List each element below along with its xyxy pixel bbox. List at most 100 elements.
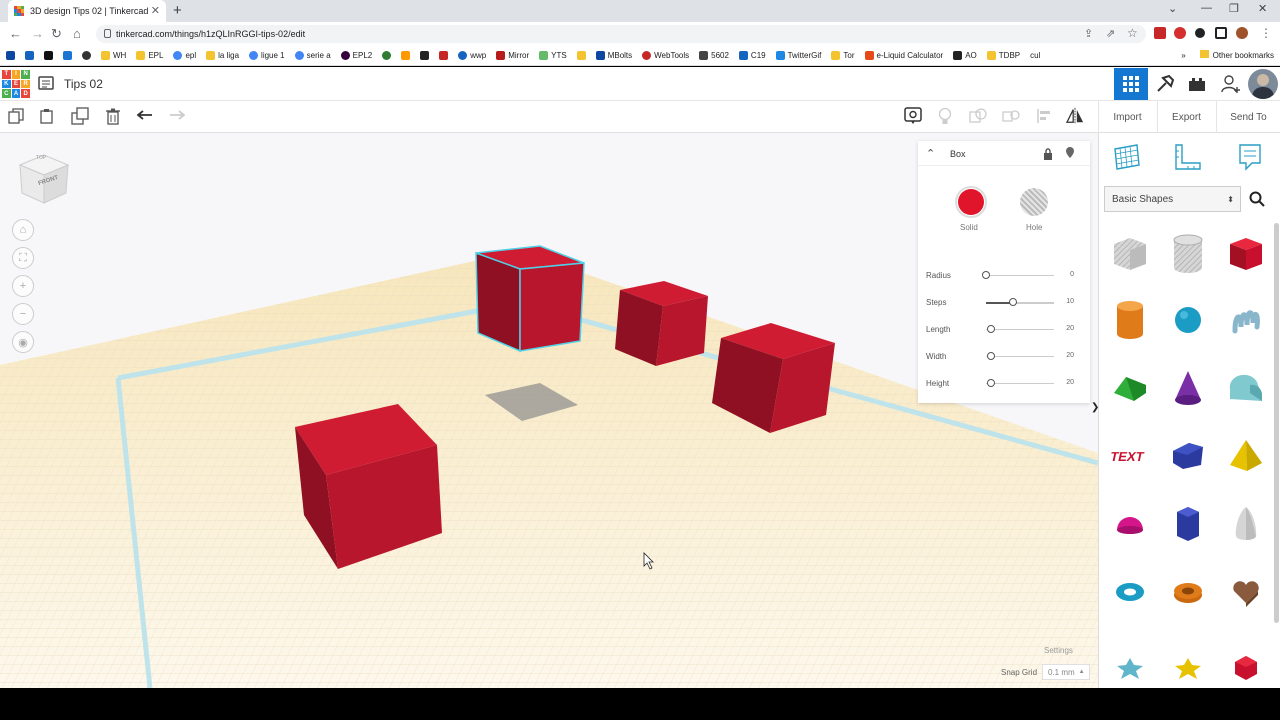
browser-menu-icon[interactable]: ⋮ bbox=[1260, 26, 1272, 40]
tinkercad-logo[interactable]: TIN KER CAD bbox=[2, 70, 30, 98]
roof-shape[interactable] bbox=[1105, 359, 1155, 417]
bookmark-item[interactable]: e-Liquid Calculator bbox=[864, 51, 943, 60]
search-icon[interactable] bbox=[1249, 191, 1265, 212]
export-button[interactable]: Export bbox=[1157, 101, 1215, 133]
light-bulb-icon[interactable] bbox=[936, 107, 954, 125]
ungroup-icon[interactable] bbox=[1002, 107, 1020, 125]
bookmark-item[interactable]: epl bbox=[173, 51, 196, 60]
profile-avatar[interactable] bbox=[1236, 27, 1248, 39]
bookmark-item[interactable]: 5602 bbox=[699, 51, 729, 60]
bookmark-item[interactable]: cul bbox=[1030, 51, 1040, 60]
reload-icon[interactable]: ↻ bbox=[51, 26, 62, 42]
forward-icon[interactable]: → bbox=[31, 26, 44, 41]
browser-tab[interactable]: 3D design Tips 02 | Tinkercad ✕ bbox=[8, 0, 166, 22]
bookmark-item[interactable]: C19 bbox=[738, 51, 766, 60]
ruler-icon[interactable] bbox=[1173, 143, 1201, 176]
new-tab-icon[interactable]: + bbox=[173, 2, 182, 19]
bookmark-item[interactable]: TDBP bbox=[986, 51, 1020, 60]
slider-knob[interactable] bbox=[982, 271, 990, 279]
copy-icon[interactable] bbox=[7, 107, 25, 125]
sidepanel-icon[interactable] bbox=[1215, 27, 1227, 39]
bookmark-item[interactable] bbox=[6, 51, 15, 60]
hexagonal-prism-shape[interactable] bbox=[1163, 495, 1213, 553]
close-window-icon[interactable]: ✕ bbox=[1258, 2, 1267, 15]
add-user-icon[interactable] bbox=[1214, 68, 1248, 100]
undo-icon[interactable] bbox=[136, 107, 154, 125]
bookmark-item[interactable]: WebTools bbox=[642, 51, 689, 60]
box-shape[interactable] bbox=[615, 281, 708, 366]
half-sphere-shape[interactable] bbox=[1105, 495, 1155, 553]
paraboloid-shape[interactable] bbox=[1221, 495, 1271, 553]
bookmark-item[interactable]: EPL2 bbox=[340, 51, 372, 60]
zoom-out-icon[interactable]: − bbox=[12, 303, 34, 325]
width-slider[interactable] bbox=[986, 352, 1054, 360]
duplicate-icon[interactable] bbox=[71, 107, 89, 125]
bookmark-item[interactable] bbox=[63, 51, 72, 60]
slider-knob[interactable] bbox=[987, 379, 995, 387]
back-icon[interactable]: ← bbox=[9, 26, 22, 41]
bookmark-item[interactable]: MBolts bbox=[595, 51, 632, 60]
avatar[interactable] bbox=[1248, 69, 1278, 99]
bookmark-item[interactable] bbox=[25, 51, 34, 60]
extension-icon[interactable] bbox=[1174, 27, 1186, 39]
bookmark-item[interactable]: Mirror bbox=[496, 51, 529, 60]
redo-icon[interactable] bbox=[168, 107, 186, 125]
bookmark-item[interactable]: AO bbox=[953, 51, 977, 60]
tab-search-icon[interactable]: ⌄ bbox=[1168, 2, 1177, 15]
paste-icon[interactable] bbox=[38, 107, 56, 125]
shape-category-select[interactable]: Basic Shapes ⬍ bbox=[1104, 186, 1241, 212]
group-icon[interactable] bbox=[969, 107, 987, 125]
polygon-shape[interactable] bbox=[1163, 427, 1213, 485]
selected-box[interactable] bbox=[475, 245, 585, 353]
slider-knob[interactable] bbox=[987, 352, 995, 360]
pyramid-shape[interactable] bbox=[1221, 427, 1271, 485]
tab-close-icon[interactable]: ✕ bbox=[151, 4, 160, 17]
collapse-chevron-icon[interactable]: ⌃ bbox=[926, 147, 935, 160]
sphere-shape[interactable] bbox=[1163, 291, 1213, 349]
workplane-icon[interactable] bbox=[1113, 143, 1141, 176]
text-shape[interactable]: TEXT bbox=[1105, 427, 1155, 485]
other-bookmarks[interactable]: » Other bookmarks bbox=[1181, 50, 1274, 60]
3d-view-button[interactable] bbox=[1114, 68, 1148, 100]
bookmark-item[interactable] bbox=[44, 51, 53, 60]
minimize-icon[interactable]: — bbox=[1201, 2, 1212, 14]
zoom-in-icon[interactable]: + bbox=[12, 275, 34, 297]
slider-knob[interactable] bbox=[1009, 298, 1017, 306]
snap-grid-select[interactable]: 0.1 mm ▲ bbox=[1042, 664, 1090, 680]
notes-panel-icon[interactable] bbox=[1238, 143, 1262, 176]
bookmark-item[interactable]: YTS bbox=[539, 51, 567, 60]
bookmark-item[interactable] bbox=[382, 51, 392, 60]
send-to-button[interactable]: Send To bbox=[1216, 101, 1280, 133]
bookmark-item[interactable] bbox=[439, 51, 449, 60]
home-icon[interactable]: ⌂ bbox=[73, 26, 81, 41]
bookmark-item[interactable] bbox=[576, 51, 586, 60]
lock-icon[interactable] bbox=[1043, 147, 1053, 165]
puzzle-icon[interactable] bbox=[1195, 28, 1205, 38]
bricks-icon[interactable] bbox=[1180, 68, 1214, 100]
bookmark-item[interactable]: EPL bbox=[136, 51, 163, 60]
round-roof-shape[interactable] bbox=[1221, 359, 1271, 417]
notes-icon[interactable] bbox=[904, 107, 922, 125]
extension-icon[interactable] bbox=[1154, 27, 1166, 39]
import-button[interactable]: Import bbox=[1098, 101, 1156, 133]
settings-link[interactable]: Settings bbox=[1044, 646, 1073, 655]
cylinder-hole-shape[interactable] bbox=[1163, 225, 1213, 283]
slider-knob[interactable] bbox=[987, 325, 995, 333]
cone-shape[interactable] bbox=[1163, 359, 1213, 417]
heart-shape[interactable] bbox=[1221, 563, 1271, 621]
radius-slider[interactable] bbox=[982, 271, 1054, 279]
maximize-icon[interactable]: ❐ bbox=[1229, 2, 1239, 15]
torus-shape[interactable] bbox=[1105, 563, 1155, 621]
bookmark-item[interactable]: Tor bbox=[831, 51, 855, 60]
length-slider[interactable] bbox=[986, 325, 1054, 333]
home-view-icon[interactable]: ⌂ bbox=[12, 219, 34, 241]
bookmark-item[interactable] bbox=[82, 51, 91, 60]
box-shape-icon[interactable] bbox=[1221, 225, 1271, 283]
bookmark-item[interactable] bbox=[401, 51, 411, 60]
height-slider[interactable] bbox=[986, 379, 1054, 387]
view-cube[interactable]: TOP FRONT bbox=[16, 151, 72, 212]
hole-button[interactable] bbox=[1020, 188, 1048, 216]
scrollbar[interactable] bbox=[1274, 223, 1279, 623]
box-hole-shape[interactable] bbox=[1105, 225, 1155, 283]
bookmark-item[interactable]: ligue 1 bbox=[249, 51, 285, 60]
